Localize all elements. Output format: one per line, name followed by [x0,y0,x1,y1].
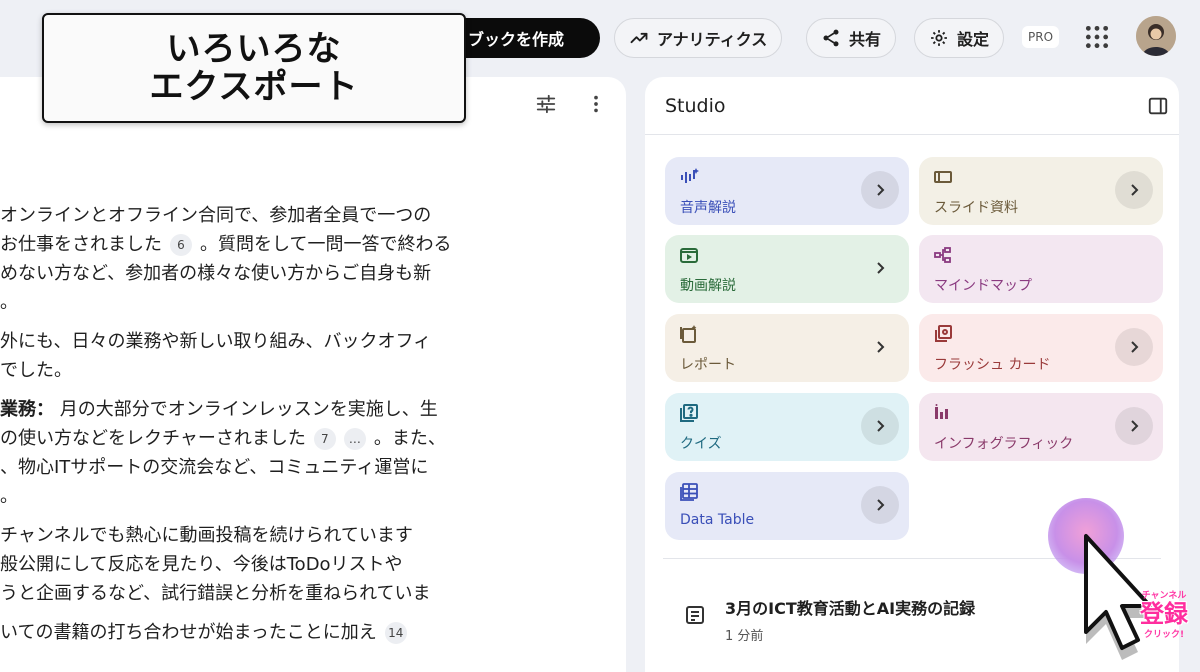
audio-wave-icon [681,168,699,183]
saved-note-item[interactable]: 3月のICT教育活動とAI実務の記録 1 分前 [683,595,975,644]
studio-title: Studio [665,94,726,117]
tune-icon[interactable] [535,93,557,115]
tile-mindmap[interactable]: マインドマップ [919,235,1163,303]
settings-button[interactable]: 設定 [914,18,1005,58]
notes-line: 、物心ITサポートの交流会など、コミュニティ運営に [0,457,429,478]
quiz-icon [680,404,698,422]
tile-arrow-button[interactable] [861,486,899,524]
gear-icon [931,30,947,46]
notes-line: でした。 [0,360,72,381]
tile-slides[interactable]: スライド資料 [919,157,1163,225]
tile-report[interactable]: レポート [665,314,909,382]
notes-line: 般公開にして反応を見たり、今後はToDoリストや [0,554,403,575]
note-title: 3月のICT教育活動とAI実務の記録 [725,599,976,618]
tile-label: Data Table [680,512,755,528]
notes-text: 。質問をして一問一答で終わる [200,234,452,255]
tile-label: スライド資料 [934,200,1018,216]
tile-video-overview[interactable]: 動画解説 [665,235,909,303]
tile-audio-overview[interactable]: 音声解説 [665,157,909,225]
notes-line: 外にも、日々の業務や新しい取り組み、バックオフィ [0,331,432,352]
notes-line: 業務： 月の大部分でオンラインレッスンを実施し、生 [0,395,600,424]
slides-icon [934,171,952,183]
tile-label: レポート [680,357,736,373]
notes-text: の使い方などをレクチャーされました [0,428,306,449]
video-icon [680,248,698,263]
tile-arrow-button[interactable] [861,249,899,287]
notes-panel: オンラインとオフライン合同で、参加者全員で一つの お仕事をされました 6 。質問をし… [0,77,626,672]
tile-label: マインドマップ [934,278,1032,294]
analytics-button[interactable]: アナリティクス [614,18,783,58]
citation-more-chip[interactable]: … [343,428,366,450]
chevron-right-icon [877,499,885,511]
chevron-right-icon [1131,341,1139,353]
flashcard-icon [935,325,952,342]
subscribe-badge-main: 登録 [1140,600,1188,628]
mindmap-icon [934,247,951,263]
share-icon [823,29,839,47]
tile-label: 動画解説 [680,278,736,294]
note-timestamp: 1 分前 [725,629,764,644]
notes-line: 。 [0,292,18,313]
avatar[interactable] [1136,16,1176,56]
notes-bold-heading: 業務： [0,399,54,420]
infographic-icon [935,404,948,419]
subscribe-badge: チャンネル 登録 クリック! [1128,588,1200,640]
settings-label: 設定 [957,30,990,49]
note-doc-icon [686,606,704,624]
tile-arrow-button[interactable] [1115,407,1153,445]
notes-text: 。また、 [373,428,446,449]
analytics-label: アナリティクス [657,30,768,49]
notes-line: チャンネルでも熱心に動画投稿を続けられています [0,525,413,546]
chevron-right-icon [877,262,885,274]
notes-line: めない方など、参加者の様々な使い方からご自身も新 [0,263,432,284]
subscribe-badge-bottom: クリック! [1143,630,1185,640]
overlay-title-line1: いろいろな [166,29,342,69]
notes-text: お仕事をされました [0,234,162,255]
table-icon [680,483,698,501]
tile-quiz[interactable]: クイズ [665,393,909,461]
chevron-right-icon [1131,184,1139,196]
tile-flashcards[interactable]: フラッシュ カード [919,314,1163,382]
citation-chip[interactable]: 14 [384,622,407,644]
report-icon [680,325,697,343]
tile-label: クイズ [680,436,722,452]
notes-line: いての書籍の打ち合わせが始まったことに加え 14 [0,618,600,647]
chevron-right-icon [1131,420,1139,432]
pro-badge: PRO [1022,26,1060,48]
overlay-title-card: いろいろな エクスポート [42,13,466,123]
share-label: 共有 [849,30,882,49]
notes-line: お仕事をされました 6 。質問をして一問一答で終わる [0,230,600,259]
more-vert-icon[interactable] [585,93,607,115]
trending-up-icon [630,32,648,44]
studio-header: Studio [645,77,1179,135]
tile-arrow-button[interactable] [861,171,899,209]
chevron-right-icon [877,420,885,432]
tile-label: フラッシュ カード [934,357,1051,373]
notes-line: の使い方などをレクチャーされました 7 … 。また、 [0,424,600,453]
notes-line: オンラインとオフライン合同で、参加者全員で一つの [0,205,432,226]
share-button[interactable]: 共有 [806,18,897,58]
tile-arrow-button[interactable] [1115,171,1153,209]
notes-body: オンラインとオフライン合同で、参加者全員で一つの お仕事をされました 6 。質問をし… [0,201,600,647]
notes-line: うと企画するなど、試行錯誤と分析を重ねられていま [0,583,431,604]
tile-arrow-button[interactable] [861,328,899,366]
apps-grid-icon[interactable] [1084,24,1110,50]
notes-text: 月の大部分でオンラインレッスンを実施し、生 [59,399,438,420]
citation-chip[interactable]: 7 [313,428,336,450]
overlay-title-line2: エクスポート [149,67,359,107]
chevron-right-icon [877,341,885,353]
tile-label: 音声解説 [680,200,736,216]
notes-line: 。 [0,486,18,507]
citation-chip[interactable]: 6 [170,234,192,256]
tile-arrow-button[interactable] [1115,328,1153,366]
notes-text: いての書籍の打ち合わせが始まったことに加え [0,622,377,643]
chevron-right-icon [877,184,885,196]
tile-arrow-button[interactable] [861,407,899,445]
notes-toolbar [535,93,607,115]
tile-label: インフォグラフィック [934,436,1074,452]
tile-infographic[interactable]: インフォグラフィック [919,393,1163,461]
collapse-panel-icon[interactable] [1147,95,1169,117]
tile-data-table[interactable]: Data Table [665,472,909,540]
avatar-image [1136,16,1176,56]
